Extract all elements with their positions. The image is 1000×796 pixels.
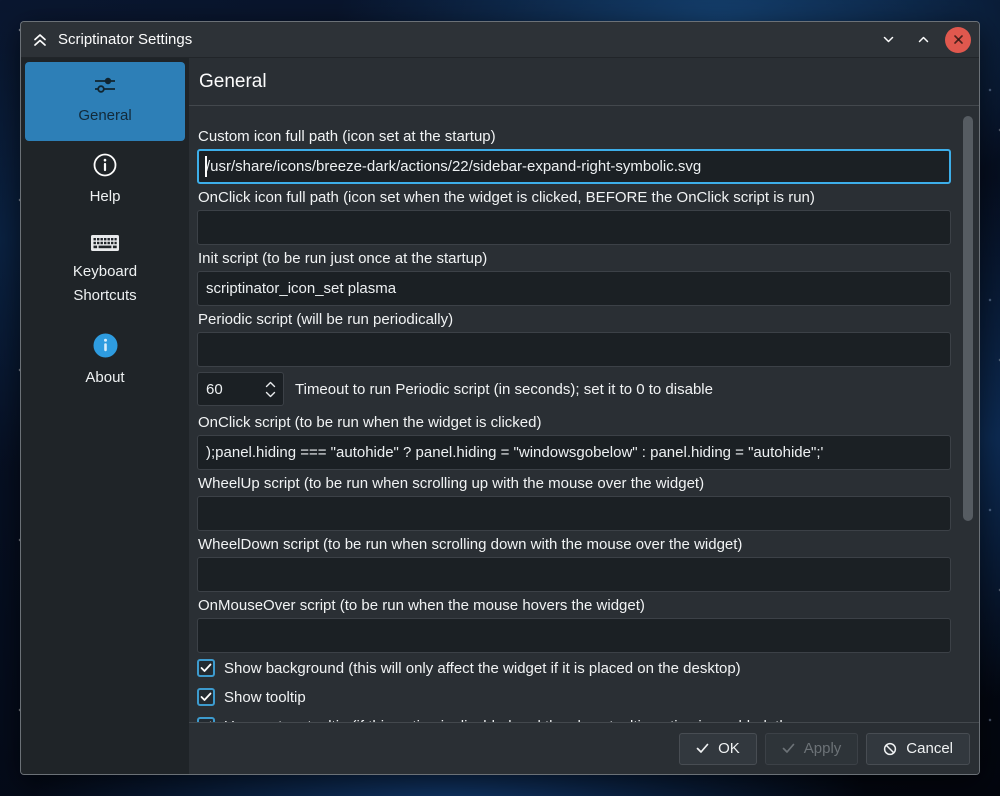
checkbox-checked-icon[interactable]	[197, 688, 215, 706]
sidebar-item-keyboard-shortcuts[interactable]: Keyboard Shortcuts	[25, 222, 185, 321]
custom-icon-path-input[interactable]	[197, 149, 951, 184]
field-onclick-icon-path: OnClick icon full path (icon set when th…	[197, 189, 951, 245]
cancel-slash-circle-icon	[883, 742, 897, 756]
sidebar-item-label: General	[78, 104, 131, 128]
text-caret	[205, 156, 207, 177]
info-filled-icon	[92, 332, 119, 359]
onclick-icon-path-input[interactable]	[197, 210, 951, 245]
field-label: OnMouseOver script (to be run when the m…	[198, 597, 951, 615]
check-icon	[782, 743, 795, 754]
keyboard-icon	[90, 233, 120, 253]
timeout-spinner[interactable]: 60	[197, 372, 284, 406]
check-icon	[696, 743, 709, 754]
wheeldown-script-input[interactable]	[197, 557, 951, 592]
spinner-down-icon[interactable]	[265, 391, 276, 398]
sidebar-item-label: Keyboard Shortcuts	[57, 260, 153, 308]
timeout-value: 60	[206, 381, 265, 398]
checkbox-show-tooltip[interactable]: Show tooltip	[197, 687, 951, 707]
field-onmouseover-script: OnMouseOver script (to be run when the m…	[197, 597, 951, 653]
field-label: Custom icon full path (icon set at the s…	[198, 128, 951, 146]
field-label: OnClick script (to be run when the widge…	[198, 414, 951, 432]
sliders-icon	[92, 73, 118, 97]
checkbox-label: Use custom tooltip (if this option is di…	[224, 718, 796, 723]
field-custom-icon-path: Custom icon full path (icon set at the s…	[197, 128, 951, 184]
apply-button[interactable]: Apply	[765, 733, 859, 765]
cancel-button[interactable]: Cancel	[866, 733, 970, 765]
checkbox-use-custom-tooltip[interactable]: Use custom tooltip (if this option is di…	[197, 716, 951, 722]
close-button[interactable]	[945, 27, 971, 53]
titlebar[interactable]: Scriptinator Settings	[21, 22, 979, 58]
vertical-scrollbar-thumb[interactable]	[963, 116, 973, 521]
info-outline-icon	[92, 152, 118, 178]
maximize-button[interactable]	[910, 27, 936, 53]
dialog-button-bar: OK Apply Cancel	[189, 722, 979, 774]
field-label: WheelDown script (to be run when scrolli…	[198, 536, 951, 554]
ok-button[interactable]: OK	[679, 733, 757, 765]
field-label: OnClick icon full path (icon set when th…	[198, 189, 951, 207]
field-label: WheelUp script (to be run when scrolling…	[198, 475, 951, 493]
wheelup-script-input[interactable]	[197, 496, 951, 531]
field-init-script: Init script (to be run just once at the …	[197, 250, 951, 306]
periodic-script-input[interactable]	[197, 332, 951, 367]
apply-button-label: Apply	[804, 740, 842, 757]
sidebar-item-about[interactable]: About	[25, 321, 185, 403]
page-title: General	[199, 71, 267, 93]
checkbox-label: Show background (this will only affect t…	[224, 660, 741, 677]
field-onclick-script: OnClick script (to be run when the widge…	[197, 414, 951, 470]
settings-dialog: Scriptinator Settings	[20, 21, 980, 775]
ok-button-label: OK	[718, 740, 740, 757]
app-double-chevron-up-icon	[31, 31, 49, 49]
cancel-button-label: Cancel	[906, 740, 953, 757]
checkbox-label: Show tooltip	[224, 689, 306, 706]
onmouseover-script-input[interactable]	[197, 618, 951, 653]
sidebar-item-general[interactable]: General	[25, 62, 185, 141]
sidebar-item-label: Help	[90, 185, 121, 209]
field-periodic-script: Periodic script (will be run periodicall…	[197, 311, 951, 367]
window-title: Scriptinator Settings	[58, 31, 192, 48]
timeout-label: Timeout to run Periodic script (in secon…	[295, 381, 713, 398]
field-wheeldown-script: WheelDown script (to be run when scrolli…	[197, 536, 951, 592]
settings-form: Custom icon full path (icon set at the s…	[189, 106, 979, 722]
checkbox-show-background[interactable]: Show background (this will only affect t…	[197, 658, 951, 678]
onclick-script-input[interactable]	[197, 435, 951, 470]
sidebar: General Help	[21, 58, 189, 774]
sidebar-item-help[interactable]: Help	[25, 141, 185, 222]
field-label: Init script (to be run just once at the …	[198, 250, 951, 268]
sidebar-item-label: About	[85, 366, 124, 390]
spinner-up-icon[interactable]	[265, 381, 276, 388]
timeout-row: 60 Timeout to run Periodic script (in se…	[197, 372, 951, 406]
checkbox-checked-icon[interactable]	[197, 659, 215, 677]
init-script-input[interactable]	[197, 271, 951, 306]
page-header: General	[189, 58, 979, 106]
main-panel: General Custom icon full path (icon set …	[189, 58, 979, 774]
minimize-button[interactable]	[875, 27, 901, 53]
field-wheelup-script: WheelUp script (to be run when scrolling…	[197, 475, 951, 531]
checkbox-checked-icon[interactable]	[197, 717, 215, 722]
field-label: Periodic script (will be run periodicall…	[198, 311, 951, 329]
